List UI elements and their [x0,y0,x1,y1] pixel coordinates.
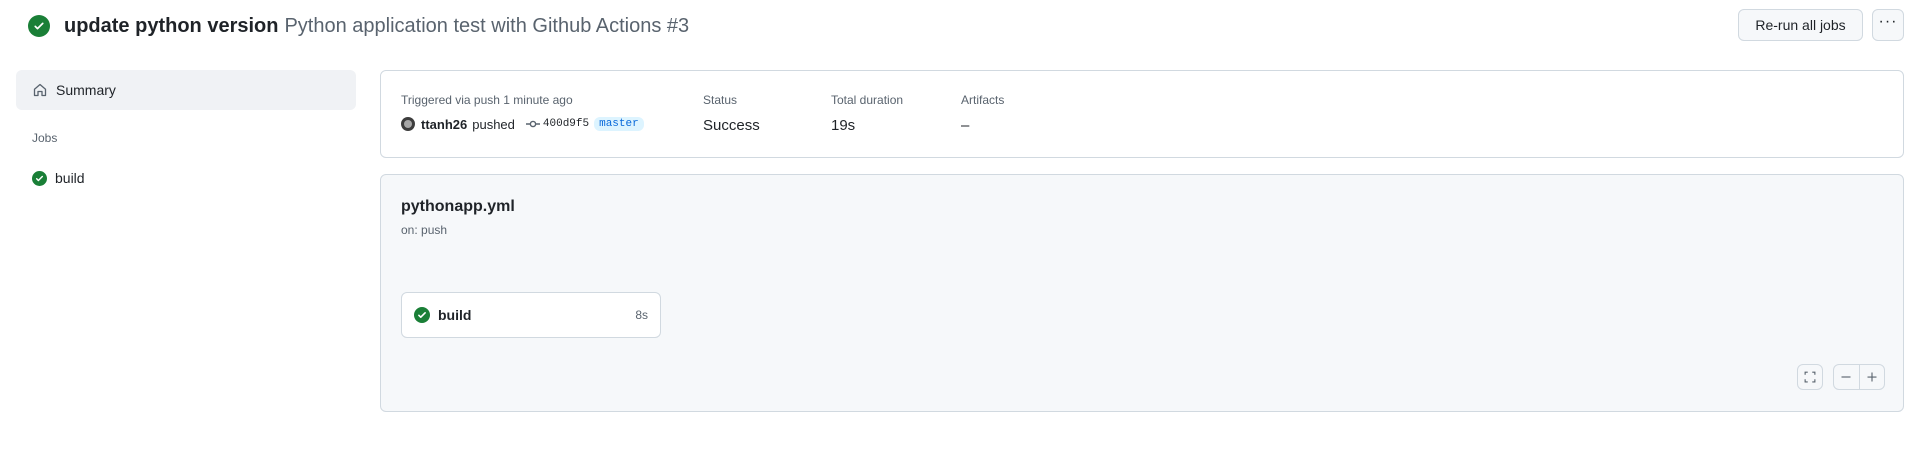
run-summary-card: Triggered via push 1 minute ago ttanh26 … [380,70,1904,158]
plus-icon [1867,372,1877,382]
check-circle-icon [28,15,50,37]
rerun-all-jobs-button[interactable]: Re-run all jobs [1738,9,1863,41]
check-circle-icon [32,170,47,186]
kebab-horizontal-icon: ··· [1878,13,1898,30]
workflow-graph: pythonapp.yml on: push build 8s [380,174,1904,412]
sidebar-item-summary[interactable]: Summary [16,70,356,110]
home-icon [33,83,47,97]
commit-sha-link[interactable]: 400d9f5 [543,118,589,130]
graph-job-build[interactable]: build 8s [401,292,661,338]
trigger-label: Triggered via push 1 minute ago [401,93,573,107]
trigger-info: Triggered via push 1 minute ago ttanh26 … [401,93,644,132]
check-circle-icon [414,307,430,323]
duration-value: 19s [831,117,856,134]
status-label: Status [703,93,738,107]
status-info: Status Success [703,93,760,134]
rerun-all-jobs-label: Re-run all jobs [1755,17,1846,33]
git-commit-icon [525,120,540,128]
fullscreen-button[interactable] [1797,364,1823,390]
zoom-controls [1833,364,1885,390]
zoom-out-button[interactable] [1834,365,1859,389]
push-action-text: pushed [472,116,515,132]
artifacts-value: – [961,117,970,134]
sidebar-item-build[interactable]: build [32,170,85,186]
duration-label: Total duration [831,93,904,107]
sidebar-job-label: build [55,170,85,186]
artifacts-label: Artifacts [961,93,1005,107]
workflow-trigger: on: push [401,223,448,237]
graph-job-label: build [438,307,472,323]
run-subtitle: Python application test with Github Acti… [284,14,690,37]
avatar[interactable] [401,117,415,131]
graph-job-duration: 8s [635,308,648,322]
sidebar-jobs-heading: Jobs [32,131,58,145]
duration-info: Total duration 19s [831,93,903,134]
branch-badge[interactable]: master [594,117,644,131]
zoom-in-button[interactable] [1858,365,1885,389]
minus-icon [1841,376,1851,378]
fullscreen-icon [1804,371,1816,383]
run-title: update python version [64,14,279,37]
run-header: update python version Python application… [28,12,689,40]
more-options-button[interactable]: ··· [1872,9,1904,41]
artifacts-info: Artifacts – [961,93,1004,134]
user-link[interactable]: ttanh26 [421,117,467,132]
workflow-file-name[interactable]: pythonapp.yml [401,198,515,216]
status-value: Success [703,117,760,134]
sidebar-summary-label: Summary [56,82,116,98]
